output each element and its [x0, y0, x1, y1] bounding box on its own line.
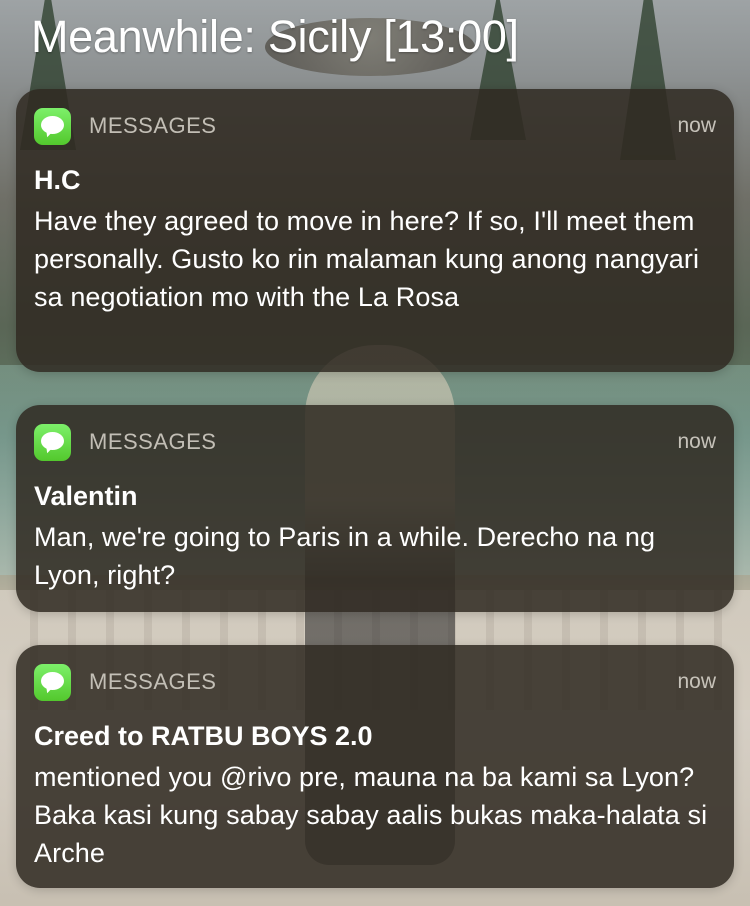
page-title: Meanwhile: Sicily [13:00] — [31, 11, 519, 62]
notification-header: MESSAGES now — [34, 405, 716, 479]
notification-header: MESSAGES now — [34, 645, 716, 719]
sender-name: Valentin — [34, 481, 138, 511]
notification-card[interactable]: MESSAGES now H.C Have they agreed to mov… — [16, 89, 734, 372]
notification-header: MESSAGES now — [34, 89, 716, 163]
message-preview: mentioned you @rivo pre, mauna na ba kam… — [34, 762, 708, 869]
messages-icon — [34, 107, 71, 145]
sender-name: H.C — [34, 165, 81, 195]
notification-card[interactable]: MESSAGES now Creed to RATBU BOYS 2.0 men… — [16, 645, 734, 888]
notification-card[interactable]: MESSAGES now Valentin Man, we're going t… — [16, 405, 734, 612]
message-preview: Man, we're going to Paris in a while. De… — [34, 522, 656, 591]
messages-icon — [34, 423, 71, 461]
app-name: MESSAGES — [89, 669, 217, 694]
app-name: MESSAGES — [89, 113, 217, 138]
notification-time: now — [677, 670, 716, 693]
messages-icon — [34, 663, 71, 701]
app-name: MESSAGES — [89, 429, 217, 454]
notification-time: now — [677, 114, 716, 137]
sender-name: Creed to RATBU BOYS 2.0 — [34, 721, 373, 751]
notification-time: now — [677, 430, 716, 453]
message-preview: Have they agreed to move in here? If so,… — [34, 206, 700, 313]
